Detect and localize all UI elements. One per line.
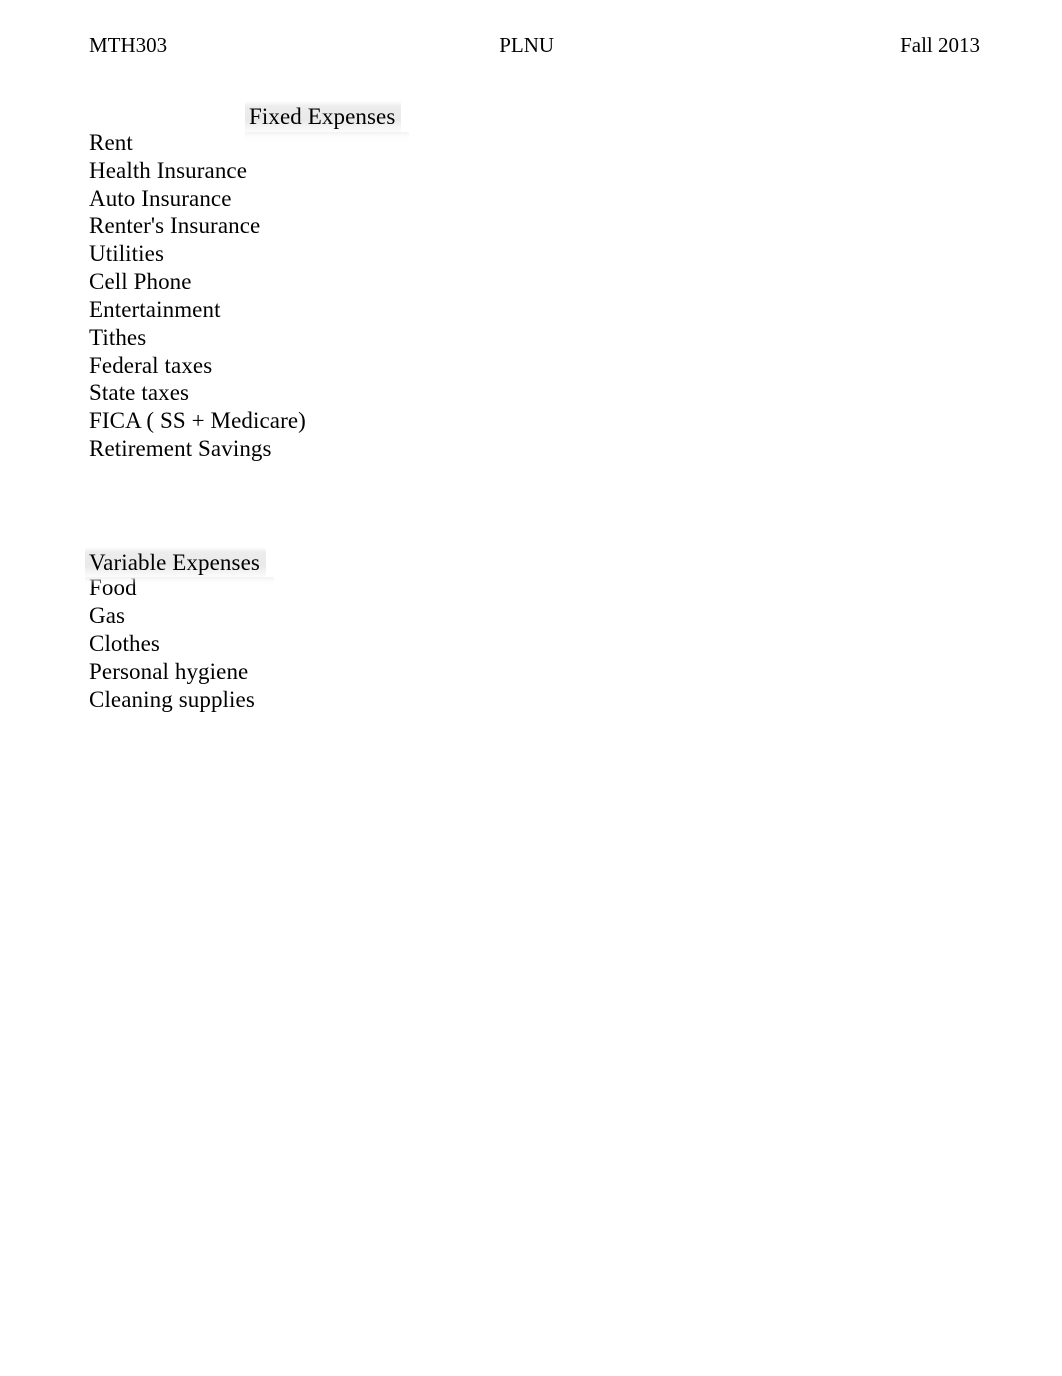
section-title-row: Fixed Expenses	[89, 101, 989, 141]
list-item: Retirement Savings	[89, 436, 272, 462]
list-item: FICA ( SS + Medicare)	[89, 408, 306, 434]
section-variable-expenses: Variable Expenses Food Gas Clothes Perso…	[85, 546, 989, 714]
list-item: Auto Insurance	[89, 185, 232, 211]
section-fixed-expenses: Fixed Expenses Rent Health Insurance Aut…	[89, 101, 989, 463]
section-title-row: Variable Expenses	[85, 546, 989, 587]
document-page: MTH303 PLNU Fall 2013 Fixed Expenses Ren…	[0, 0, 1062, 1376]
list-item: Utilities	[89, 241, 165, 267]
list-item: Cell Phone	[89, 269, 192, 295]
list-item: Rent	[89, 129, 133, 155]
list-item: Tithes	[89, 324, 147, 350]
list-item: Personal hygiene	[89, 658, 249, 684]
document-body: Fixed Expenses Rent Health Insurance Aut…	[85, 101, 989, 714]
list-item: Renter's Insurance	[89, 213, 261, 239]
list-item: Gas	[89, 603, 126, 629]
list-item: Health Insurance	[89, 157, 248, 183]
list-item: Cleaning supplies	[89, 686, 255, 712]
section-title-variable-expenses: Variable Expenses	[85, 546, 274, 587]
document-header: MTH303 PLNU Fall 2013	[89, 32, 980, 58]
list-item: Clothes	[89, 631, 160, 657]
section-title-fixed-expenses: Fixed Expenses	[245, 101, 410, 141]
list-item: Federal taxes	[89, 352, 213, 378]
list-item: State taxes	[89, 380, 190, 406]
header-institution: PLNU	[499, 33, 555, 57]
list-item: Entertainment	[89, 296, 221, 322]
header-term: Fall 2013	[900, 33, 980, 57]
